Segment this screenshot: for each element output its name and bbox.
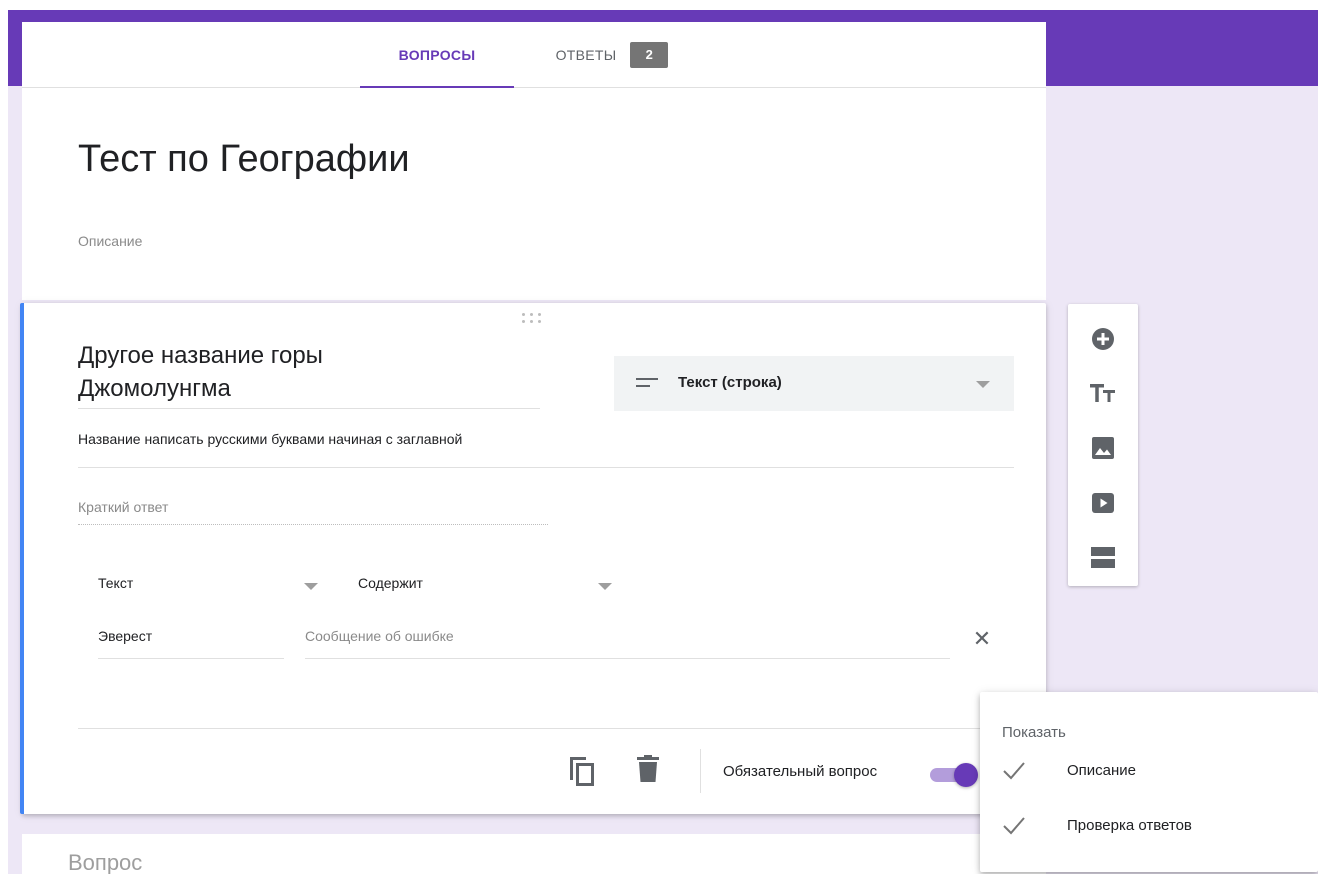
drag-handle-icon[interactable] xyxy=(520,311,544,325)
add-video-icon xyxy=(1092,493,1114,513)
form-title-input[interactable]: Тест по Географии xyxy=(78,138,410,181)
show-menu-header: Показать xyxy=(1002,724,1066,741)
short-answer-preview: Краткий ответ xyxy=(78,499,548,525)
answers-count-badge: 2 xyxy=(630,42,669,68)
tab-questions[interactable]: ВОПРОСЫ xyxy=(360,22,514,89)
add-question-icon xyxy=(1092,328,1114,350)
validation-condition-label: Содержит xyxy=(358,575,423,591)
show-menu: Показать Описание Проверка ответов xyxy=(980,692,1318,872)
question-description-input[interactable]: Название написать русскими буквами начин… xyxy=(78,431,1014,468)
chevron-down-icon xyxy=(976,381,990,388)
menu-item-description-label: Описание xyxy=(1067,762,1137,779)
add-image-icon xyxy=(1092,437,1114,459)
next-question-title: Вопрос xyxy=(68,850,143,874)
active-indicator xyxy=(20,303,24,814)
question-type-select[interactable]: Текст (строка) xyxy=(614,356,1014,411)
footer-divider xyxy=(78,728,1014,729)
menu-item-validation-label: Проверка ответов xyxy=(1067,817,1192,834)
close-icon[interactable]: ✕ xyxy=(970,628,994,652)
copy-icon xyxy=(570,757,594,786)
delete-button[interactable] xyxy=(636,755,660,783)
required-label: Обязательный вопрос xyxy=(723,763,878,780)
question-type-label: Текст (строка) xyxy=(678,374,782,391)
side-toolbar xyxy=(1068,304,1138,586)
form-description-input[interactable]: Описание xyxy=(78,233,142,249)
chevron-down-icon xyxy=(598,583,612,590)
add-section-button[interactable] xyxy=(1088,542,1118,572)
menu-item-description[interactable]: Описание xyxy=(980,752,1318,792)
validation-text-input[interactable]: Эверест xyxy=(98,628,284,659)
check-icon xyxy=(1003,817,1025,835)
add-question-button[interactable] xyxy=(1088,324,1118,354)
tab-answers-label: ОТВЕТЫ xyxy=(555,47,617,63)
error-message-input[interactable]: Сообщение об ошибке xyxy=(305,628,950,659)
add-video-button[interactable] xyxy=(1088,488,1118,518)
validation-condition-select[interactable]: Содержит xyxy=(358,575,622,597)
add-image-button[interactable] xyxy=(1088,433,1118,463)
footer-vertical-divider xyxy=(700,749,701,793)
toggle-thumb xyxy=(954,763,978,787)
question-card: Другое название горы Джомолунгма Текст (… xyxy=(20,303,1046,814)
add-section-icon xyxy=(1091,547,1115,568)
question-title-line2: Джомолунгма xyxy=(78,375,231,402)
menu-item-validation[interactable]: Проверка ответов xyxy=(980,807,1318,847)
tab-questions-label: ВОПРОСЫ xyxy=(398,47,476,63)
tab-bar: ВОПРОСЫ ОТВЕТЫ 2 xyxy=(22,22,1046,89)
required-toggle[interactable] xyxy=(928,761,980,789)
tab-answers[interactable]: ОТВЕТЫ 2 xyxy=(522,22,702,88)
add-title-button[interactable] xyxy=(1088,378,1118,408)
chevron-down-icon xyxy=(304,583,318,590)
validation-type-select[interactable]: Текст xyxy=(98,575,328,597)
question-title-input[interactable]: Другое название горы Джомолунгма xyxy=(78,339,540,409)
short-text-icon xyxy=(636,378,658,390)
question-title-line1: Другое название горы xyxy=(78,342,323,369)
validation-type-label: Текст xyxy=(98,575,134,591)
duplicate-button[interactable] xyxy=(568,755,596,787)
trash-icon xyxy=(637,755,659,782)
add-title-icon xyxy=(1090,384,1115,402)
next-question-card[interactable]: Вопрос xyxy=(22,834,1046,874)
check-icon xyxy=(1003,762,1025,780)
form-title-card: Тест по Географии Описание xyxy=(22,88,1046,300)
